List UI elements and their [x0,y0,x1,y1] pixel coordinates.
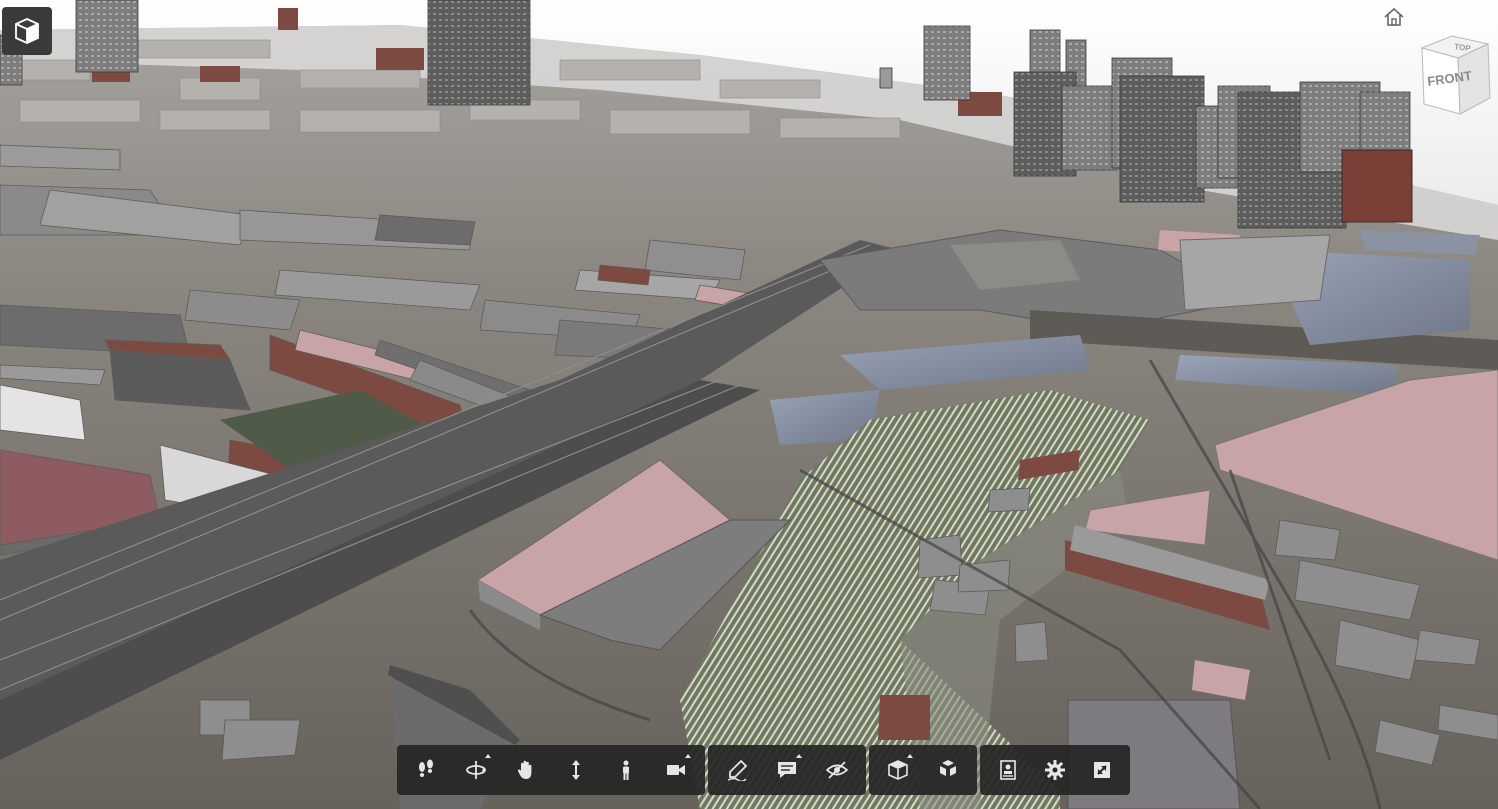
camera-button[interactable] [651,745,701,795]
eye-slash-icon [826,761,848,779]
zoom-button[interactable] [551,745,601,795]
explode-cube-icon [940,760,956,776]
orbit-caret-icon [485,754,491,758]
model-tools-group [869,745,977,795]
section-button[interactable] [873,745,923,795]
camera-caret-icon [685,754,691,758]
navigation-tools-group [397,745,705,795]
first-person-button[interactable] [401,745,451,795]
review-tools-group [708,745,866,795]
cube-icon [15,18,39,44]
properties-button[interactable] [984,745,1031,795]
properties-icon [999,760,1016,780]
viewcube[interactable]: TOP FRONT [1414,34,1496,118]
comment-caret-icon [796,754,802,758]
hand-icon [517,760,532,779]
settings-tools-group [980,745,1130,795]
comment-button[interactable] [762,745,812,795]
model-browser-button[interactable] [2,7,52,55]
explode-button[interactable] [923,745,973,795]
markup-button[interactable] [712,745,762,795]
fullscreen-icon [1094,762,1111,778]
section-caret-icon [907,754,913,758]
pencil-icon [727,759,748,781]
footprints-icon [419,759,433,777]
gear-icon [1044,760,1065,780]
zoom-arrows-icon [572,760,580,780]
home-view-button[interactable] [1382,6,1406,28]
comment-icon [778,762,796,778]
person-icon [623,760,629,780]
home-icon [1384,8,1404,26]
pan-button[interactable] [501,745,551,795]
orbit-button[interactable] [451,745,501,795]
settings-button[interactable] [1031,745,1078,795]
viewer-toolbar [397,745,1130,795]
hide-button[interactable] [812,745,862,795]
orbit-icon [466,761,486,779]
section-box-icon [888,760,908,780]
video-camera-icon [667,765,685,775]
fullscreen-button[interactable] [1079,745,1126,795]
city-3d-view[interactable] [0,0,1498,809]
walk-button[interactable] [601,745,651,795]
